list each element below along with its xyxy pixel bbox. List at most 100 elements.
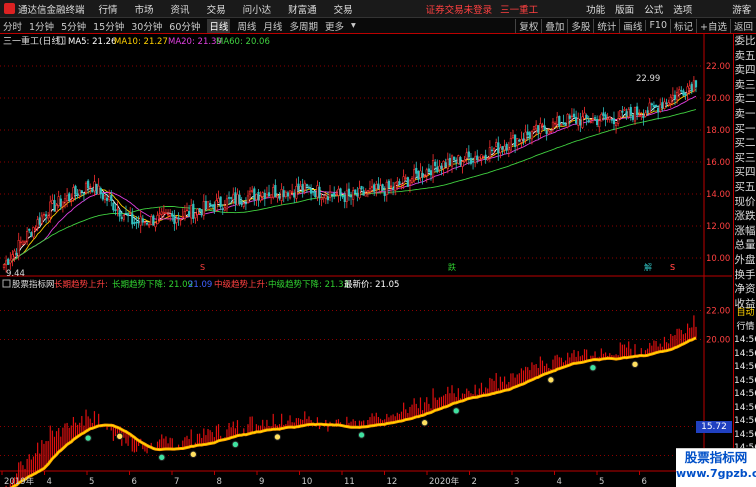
panel-item-change[interactable]: 涨跌: [734, 209, 756, 224]
tab-5min[interactable]: 5分钟: [61, 19, 86, 33]
tab-1min[interactable]: 1分钟: [29, 19, 54, 33]
tab-15min[interactable]: 15分钟: [93, 19, 124, 33]
x-tick-label: 6: [132, 477, 137, 487]
candle-body: [320, 197, 323, 200]
tab-intraday[interactable]: 分时: [3, 19, 22, 33]
candle-body: [57, 196, 60, 206]
x-tick-label: 6: [642, 477, 647, 487]
candle-body: [11, 254, 14, 260]
panel-item-volume[interactable]: 总量: [734, 238, 756, 253]
watermark-title: 股票指标网: [684, 450, 748, 465]
panel-item-ask4[interactable]: 卖四: [734, 63, 756, 78]
legend-ma5: MA5: 21.26: [68, 37, 116, 47]
candle-body: [257, 191, 260, 201]
guest-label[interactable]: 游客: [732, 2, 751, 16]
candle-body: [505, 143, 508, 151]
candle-body: [383, 192, 386, 196]
candle-body: [606, 118, 609, 120]
candle-body: [206, 201, 210, 210]
candle-body: [141, 218, 144, 223]
candle-body: [484, 154, 487, 161]
overlay-button[interactable]: 叠加: [541, 18, 567, 33]
login-warning[interactable]: 证券交易未登录: [426, 2, 493, 16]
tab-30min[interactable]: 30分钟: [131, 19, 162, 33]
menu-market[interactable]: 市场: [135, 2, 154, 16]
candle-body: [478, 156, 481, 160]
panel-item-bid3[interactable]: 买三: [734, 151, 756, 166]
candle-body: [381, 184, 384, 192]
candle-body: [446, 158, 449, 169]
statistics-button[interactable]: 统计: [593, 18, 619, 33]
menu-function[interactable]: 功能: [586, 2, 605, 16]
menu-trade[interactable]: 交易: [207, 2, 226, 16]
panel-item-price[interactable]: 现价: [734, 195, 756, 210]
panel-item-ask2[interactable]: 卖二: [734, 92, 756, 107]
panel-item-bid4[interactable]: 买四: [734, 165, 756, 180]
panel-item-outer[interactable]: 外盘: [734, 253, 756, 268]
panel-item-ask5[interactable]: 卖五: [734, 49, 756, 64]
back-button[interactable]: 返回: [729, 18, 756, 33]
tab-more[interactable]: 更多: [325, 19, 344, 33]
mark-button[interactable]: 标记: [670, 18, 696, 33]
candle-body: [406, 177, 409, 187]
panel-item-change-pct[interactable]: 涨幅: [734, 224, 756, 239]
candle-body: [34, 228, 37, 230]
candle-body: [686, 86, 689, 94]
tab-daily[interactable]: 日线: [207, 18, 231, 33]
menu-options[interactable]: 选项: [673, 2, 692, 16]
panel-item-bid1[interactable]: 买一: [734, 122, 756, 137]
panel-item-bid2[interactable]: 买二: [734, 136, 756, 151]
candle-body: [688, 85, 691, 89]
candle-body: [522, 138, 525, 141]
candle-body: [503, 145, 506, 151]
candle-body: [575, 116, 578, 124]
panel-item-ask3[interactable]: 卖三: [734, 78, 756, 93]
candle-body: [345, 190, 348, 202]
tab-multi-period[interactable]: 多周期: [289, 19, 318, 33]
f10-button[interactable]: F10: [645, 20, 670, 31]
candle-body: [453, 156, 456, 161]
panel-item-bid5[interactable]: 买五: [734, 180, 756, 195]
candle-body: [314, 191, 317, 198]
y-tick-label: 20.00: [706, 94, 730, 104]
candle-body: [261, 192, 264, 197]
candle-body: [524, 131, 527, 141]
candle-body: [617, 118, 620, 124]
candle-body: [99, 188, 102, 195]
panel-item-ask1[interactable]: 卖一: [734, 107, 756, 122]
menu-layout[interactable]: 版面: [615, 2, 634, 16]
tab-weekly[interactable]: 周线: [237, 19, 256, 33]
menu-news[interactable]: 资讯: [171, 2, 190, 16]
add-watchlist-button[interactable]: +自选: [696, 18, 730, 33]
tick-panel-auto[interactable]: 自动: [734, 307, 756, 321]
candle-body: [370, 186, 374, 188]
panel-item-net-assets[interactable]: 净资: [734, 282, 756, 297]
tab-60min[interactable]: 60分钟: [169, 19, 200, 33]
draw-line-button[interactable]: 画线: [619, 18, 645, 33]
menu-trade-2[interactable]: 交易: [334, 2, 353, 16]
candle-body: [627, 108, 630, 118]
menu-formula[interactable]: 公式: [644, 2, 663, 16]
adjust-button[interactable]: 复权: [515, 18, 541, 33]
tick-panel-quote[interactable]: 行情: [734, 321, 756, 335]
chevron-down-icon[interactable]: ▾: [351, 20, 356, 31]
candle-body: [7, 258, 10, 265]
candle-body: [204, 201, 208, 209]
menu-ask[interactable]: 问小达: [243, 2, 272, 16]
sub-legend-toggle-icon[interactable]: [2, 279, 11, 288]
signal-dot: [452, 407, 460, 415]
tab-monthly[interactable]: 月线: [263, 19, 282, 33]
candle-body: [187, 211, 191, 217]
price-chart[interactable]: 22.00 20.00 18.00 16.00 14.00 12.00 10.00 22.00…: [0, 34, 732, 487]
panel-item-bid-ratio[interactable]: 委比: [734, 34, 756, 49]
candle-body: [480, 154, 483, 159]
panel-item-turnover[interactable]: 换手: [734, 268, 756, 283]
x-tick-label: 4: [47, 477, 52, 487]
multi-stock-button[interactable]: 多股: [567, 18, 593, 33]
menu-quotes[interactable]: 行情: [99, 2, 118, 16]
menu-wealth[interactable]: 财富通: [288, 2, 317, 16]
candle-body: [602, 112, 605, 116]
candle-body: [219, 196, 222, 208]
candle-body: [471, 160, 475, 163]
x-tick-label: 2: [472, 477, 477, 487]
